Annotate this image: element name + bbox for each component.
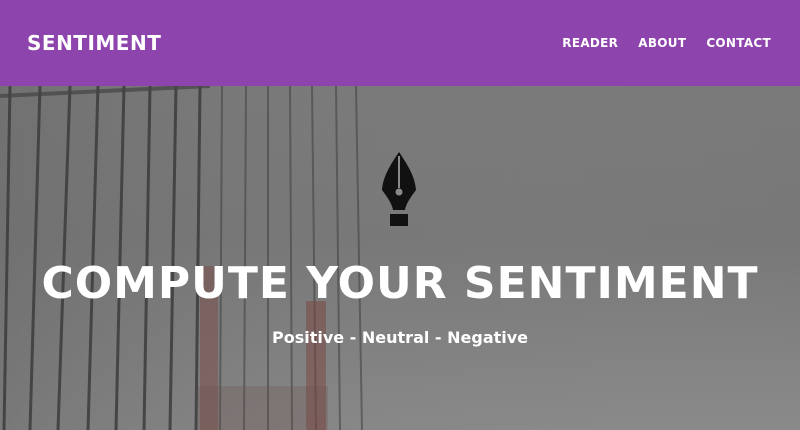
nav-link-reader[interactable]: READER: [562, 36, 618, 50]
fountain-pen-nib-icon: [382, 152, 416, 226]
top-navbar: SENTIMENT READER ABOUT CONTACT: [0, 0, 800, 86]
nav-link-about[interactable]: ABOUT: [638, 36, 686, 50]
nav-links: READER ABOUT CONTACT: [562, 36, 771, 50]
hero-subheadline: Positive - Neutral - Negative: [271, 328, 529, 347]
nav-link-contact[interactable]: CONTACT: [706, 36, 771, 50]
brand-logo-link[interactable]: SENTIMENT: [27, 31, 161, 55]
hero-section: COMPUTE YOUR SENTIMENT Positive - Neutra…: [0, 86, 800, 430]
hero-headline: COMPUTE YOUR SENTIMENT: [41, 258, 759, 309]
